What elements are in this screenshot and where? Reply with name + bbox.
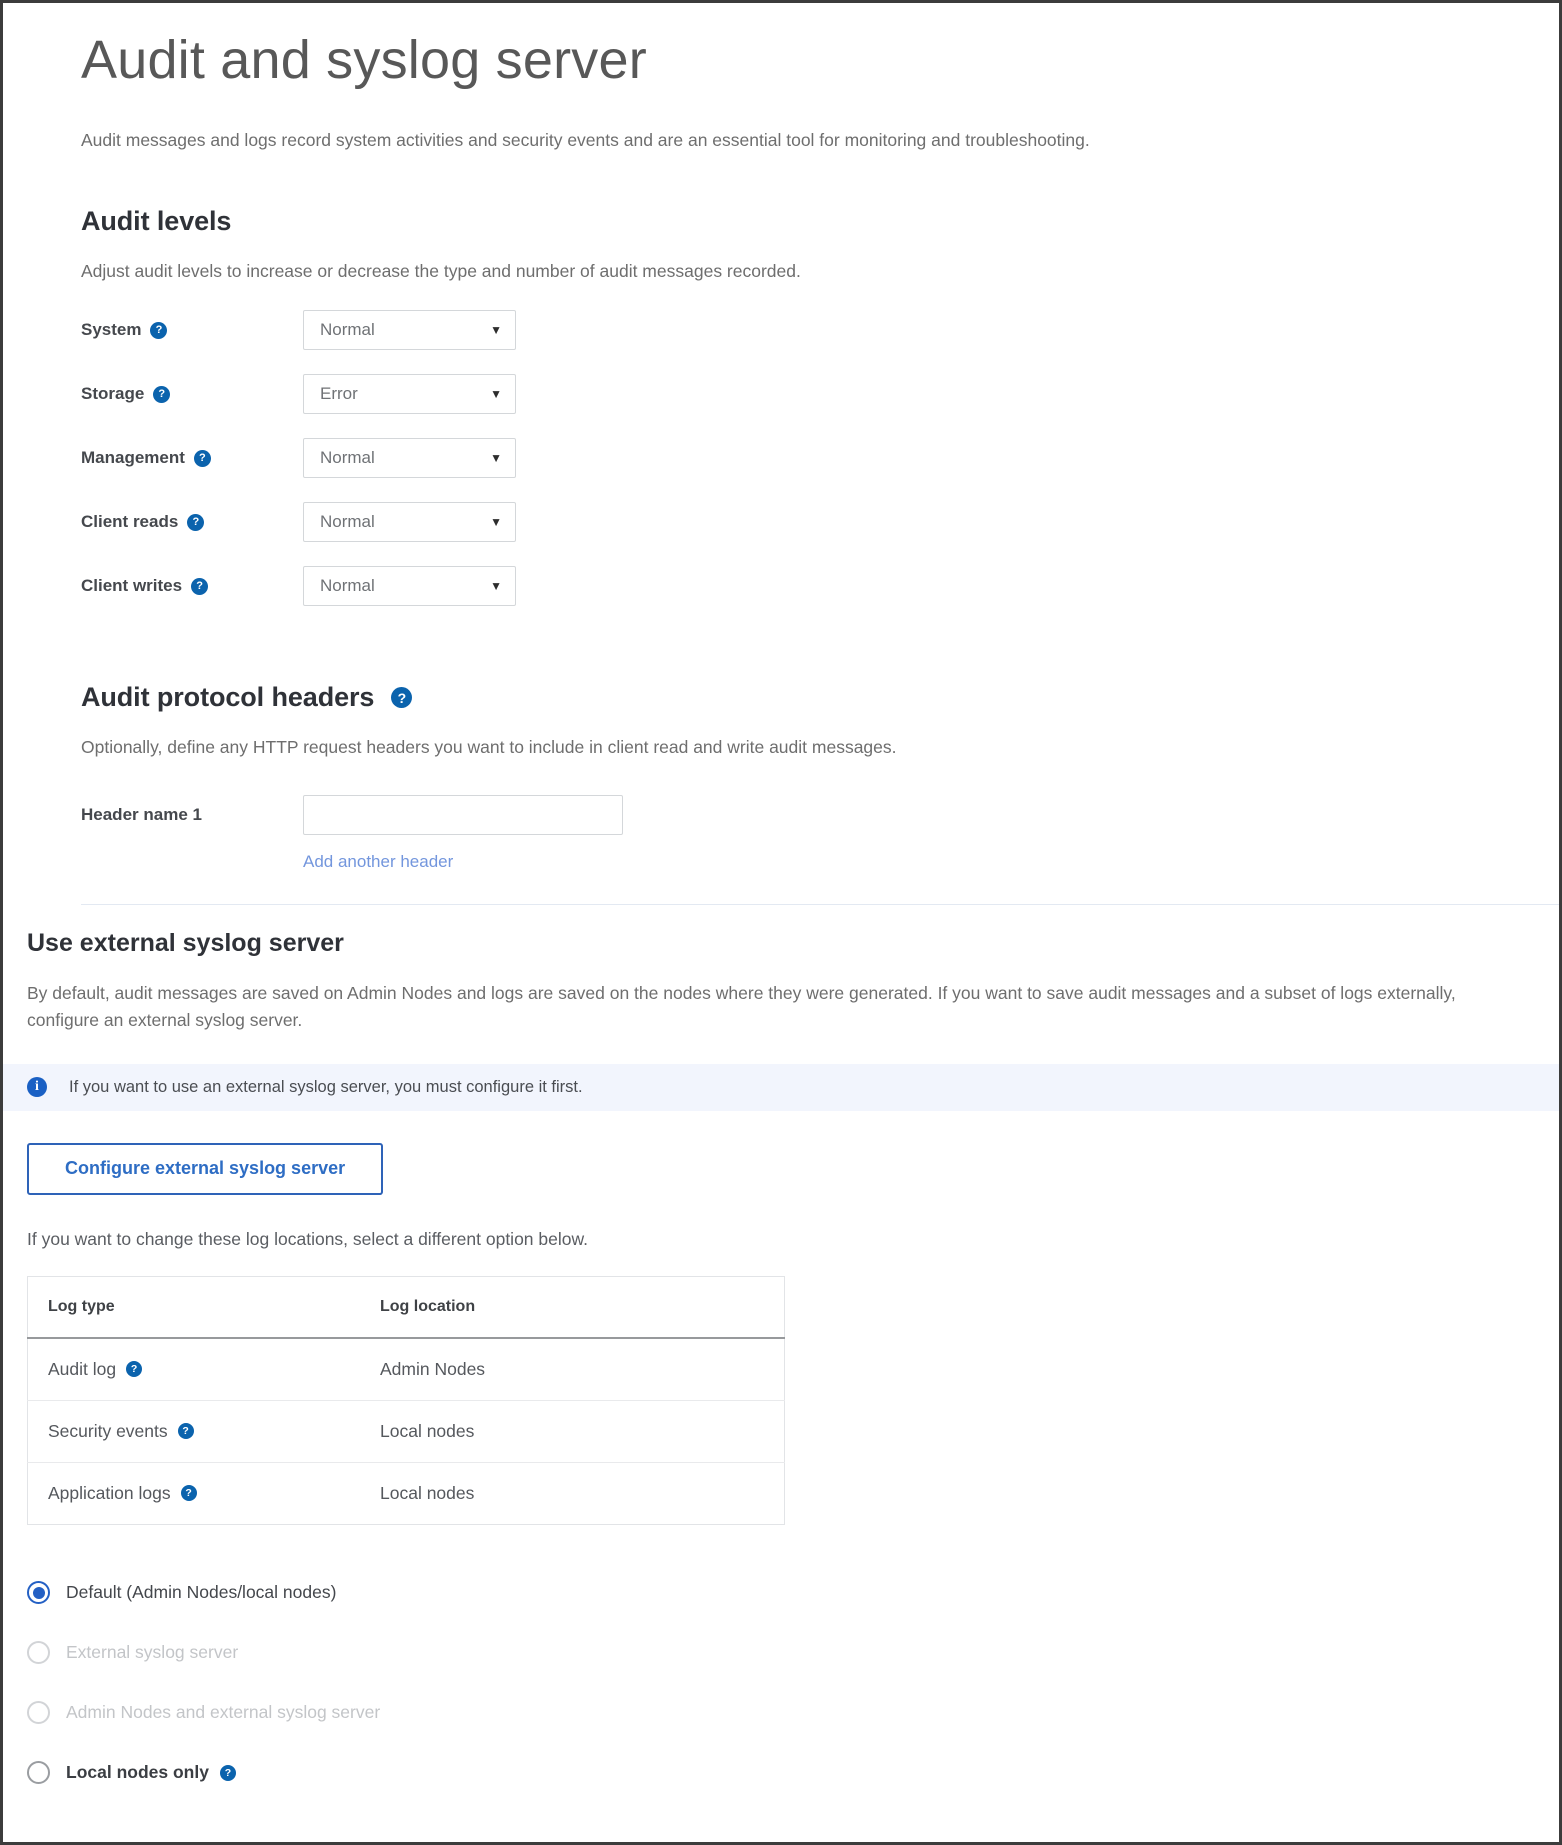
external-syslog-heading: Use external syslog server [27, 929, 1559, 958]
table-row: Security events ? Local nodes [28, 1400, 785, 1462]
log-type-label: Security events [48, 1421, 168, 1442]
audit-level-value-storage: Error [320, 384, 358, 404]
chevron-down-icon: ▼ [490, 388, 502, 400]
audit-protocol-headers-description: Optionally, define any HTTP request head… [81, 735, 1559, 760]
audit-level-value-client-writes: Normal [320, 576, 375, 596]
audit-protocol-headers-heading: Audit protocol headers ? [81, 682, 1559, 713]
audit-level-row-client-writes: Client writes ? Normal ▼ [81, 554, 1559, 618]
cell-log-location: Local nodes [360, 1400, 785, 1462]
header-name-input[interactable] [303, 795, 623, 835]
cell-log-type: Audit log ? [28, 1338, 361, 1401]
panel-divider [81, 904, 1559, 905]
page-subtitle: Audit messages and logs record system ac… [81, 128, 1559, 153]
log-location-radio-group: Default (Admin Nodes/local nodes) Extern… [27, 1563, 1559, 1803]
cell-log-type: Application logs ? [28, 1462, 361, 1524]
audit-levels-heading: Audit levels [81, 206, 1559, 237]
radio-option-admin-nodes-and-external-syslog-server: Admin Nodes and external syslog server [27, 1683, 1559, 1743]
change-log-locations-note: If you want to change these log location… [27, 1229, 1559, 1250]
audit-level-select-system[interactable]: Normal ▼ [303, 310, 516, 350]
help-icon[interactable]: ? [187, 514, 204, 531]
audit-level-label-client-writes-text: Client writes [81, 576, 182, 596]
chevron-down-icon: ▼ [490, 516, 502, 528]
audit-level-row-system: System ? Normal ▼ [81, 298, 1559, 362]
audit-level-value-management: Normal [320, 448, 375, 468]
log-type-security-events: Security events ? [48, 1421, 360, 1442]
table-header-row: Log type Log location [28, 1276, 785, 1338]
help-icon[interactable]: ? [178, 1423, 194, 1439]
audit-syslog-page: Audit and syslog server Audit messages a… [0, 0, 1562, 1845]
audit-level-label-client-reads: Client reads ? [81, 512, 303, 532]
radio-indicator [27, 1641, 50, 1664]
chevron-down-icon: ▼ [490, 452, 502, 464]
radio-label: External syslog server [66, 1642, 238, 1663]
log-type-label: Application logs [48, 1483, 171, 1504]
audit-level-select-client-writes[interactable]: Normal ▼ [303, 566, 516, 606]
audit-level-row-storage: Storage ? Error ▼ [81, 362, 1559, 426]
help-icon[interactable]: ? [150, 322, 167, 339]
column-header-log-type: Log type [28, 1276, 361, 1338]
audit-levels-description: Adjust audit levels to increase or decre… [81, 259, 1559, 284]
external-syslog-panel: Use external syslog server By default, a… [3, 929, 1559, 1803]
info-banner-text: If you want to use an external syslog se… [69, 1078, 583, 1097]
table-row: Application logs ? Local nodes [28, 1462, 785, 1524]
add-another-header-link[interactable]: Add another header [303, 852, 453, 872]
help-icon[interactable]: ? [194, 450, 211, 467]
audit-protocol-headers-heading-text: Audit protocol headers [81, 682, 374, 713]
audit-level-label-system: System ? [81, 320, 303, 340]
header-name-row: Header name 1 [81, 795, 1559, 835]
audit-level-label-client-writes: Client writes ? [81, 576, 303, 596]
external-syslog-description: By default, audit messages are saved on … [27, 980, 1559, 1034]
column-header-log-location: Log location [360, 1276, 785, 1338]
log-type-audit-log: Audit log ? [48, 1359, 360, 1380]
audit-level-label-management-text: Management [81, 448, 185, 468]
cell-log-location: Local nodes [360, 1462, 785, 1524]
chevron-down-icon: ▼ [490, 324, 502, 336]
radio-indicator[interactable] [27, 1581, 50, 1604]
cell-log-location: Admin Nodes [360, 1338, 785, 1401]
page-title: Audit and syslog server [81, 31, 1559, 90]
audit-level-select-management[interactable]: Normal ▼ [303, 438, 516, 478]
cell-log-type: Security events ? [28, 1400, 361, 1462]
audit-level-label-storage: Storage ? [81, 384, 303, 404]
radio-option-external-syslog-server: External syslog server [27, 1623, 1559, 1683]
radio-label: Admin Nodes and external syslog server [66, 1702, 380, 1723]
audit-level-row-management: Management ? Normal ▼ [81, 426, 1559, 490]
info-icon: i [27, 1077, 47, 1097]
audit-level-select-storage[interactable]: Error ▼ [303, 374, 516, 414]
radio-label: Local nodes only [66, 1762, 209, 1783]
audit-level-label-storage-text: Storage [81, 384, 144, 404]
audit-settings-panel: Audit and syslog server Audit messages a… [3, 31, 1559, 905]
audit-level-label-client-reads-text: Client reads [81, 512, 178, 532]
help-icon[interactable]: ? [391, 687, 412, 708]
radio-option-local-nodes-only[interactable]: Local nodes only ? [27, 1743, 1559, 1803]
radio-label: Default (Admin Nodes/local nodes) [66, 1582, 336, 1603]
help-icon[interactable]: ? [153, 386, 170, 403]
audit-level-select-client-reads[interactable]: Normal ▼ [303, 502, 516, 542]
audit-level-label-system-text: System [81, 320, 141, 340]
audit-level-label-management: Management ? [81, 448, 303, 468]
help-icon[interactable]: ? [181, 1485, 197, 1501]
radio-indicator [27, 1701, 50, 1724]
chevron-down-icon: ▼ [490, 580, 502, 592]
help-icon[interactable]: ? [191, 578, 208, 595]
table-row: Audit log ? Admin Nodes [28, 1338, 785, 1401]
radio-indicator[interactable] [27, 1761, 50, 1784]
log-type-label: Audit log [48, 1359, 116, 1380]
log-type-application-logs: Application logs ? [48, 1483, 360, 1504]
radio-option-default[interactable]: Default (Admin Nodes/local nodes) [27, 1563, 1559, 1623]
log-locations-table: Log type Log location Audit log ? Admin … [27, 1276, 785, 1525]
radio-label-wrap: Local nodes only ? [66, 1762, 236, 1783]
header-name-label: Header name 1 [81, 805, 303, 825]
info-banner: i If you want to use an external syslog … [3, 1064, 1559, 1111]
audit-level-value-system: Normal [320, 320, 375, 340]
audit-levels-list: System ? Normal ▼ Storage ? Error ▼ [81, 298, 1559, 618]
help-icon[interactable]: ? [220, 1765, 236, 1781]
help-icon[interactable]: ? [126, 1361, 142, 1377]
audit-level-row-client-reads: Client reads ? Normal ▼ [81, 490, 1559, 554]
audit-level-value-client-reads: Normal [320, 512, 375, 532]
configure-external-syslog-server-button[interactable]: Configure external syslog server [27, 1143, 383, 1195]
